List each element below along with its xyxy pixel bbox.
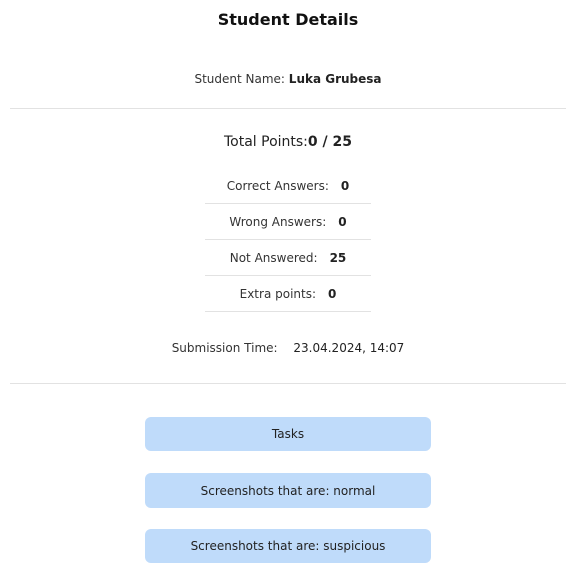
- submission-time: Submission Time: 23.04.2024, 14:07: [0, 341, 566, 355]
- student-name: Student Name: Luka Grubesa: [0, 72, 566, 86]
- total-points-label: Total Points:: [223, 134, 308, 150]
- total-points-value: 0 / 25: [307, 134, 352, 150]
- stats-list: Correct Answers: 0 Wrong Answers: 0 Not …: [205, 168, 371, 312]
- stat-value: 0: [338, 214, 347, 229]
- stat-value: 0: [328, 286, 337, 301]
- screenshots-normal-button[interactable]: Screenshots that are: normal: [145, 473, 431, 508]
- stat-label: Extra points:: [239, 286, 317, 301]
- page-title: Student Details: [217, 10, 359, 29]
- stat-label: Wrong Answers:: [229, 214, 327, 229]
- divider: [10, 383, 566, 384]
- divider: [10, 108, 566, 109]
- stat-row-correct: Correct Answers: 0: [205, 168, 371, 204]
- tasks-button[interactable]: Tasks: [145, 417, 431, 451]
- stat-row-not-answered: Not Answered: 25: [205, 240, 371, 276]
- stat-row-wrong: Wrong Answers: 0: [205, 204, 371, 240]
- student-name-value: Luka Grubesa: [288, 72, 382, 86]
- stat-label: Not Answered:: [229, 250, 318, 265]
- submission-time-value: 23.04.2024, 14:07: [293, 341, 405, 355]
- stat-value: 0: [340, 178, 350, 193]
- stat-label: Correct Answers:: [226, 178, 329, 193]
- stat-value: 25: [329, 250, 347, 265]
- total-points: Total Points:0 / 25: [0, 134, 566, 150]
- screenshots-suspicious-button[interactable]: Screenshots that are: suspicious: [145, 529, 431, 563]
- submission-time-label: Submission Time:: [171, 341, 278, 355]
- student-name-label: Student Name:: [194, 72, 285, 86]
- stat-row-extra-points: Extra points: 0: [205, 276, 371, 312]
